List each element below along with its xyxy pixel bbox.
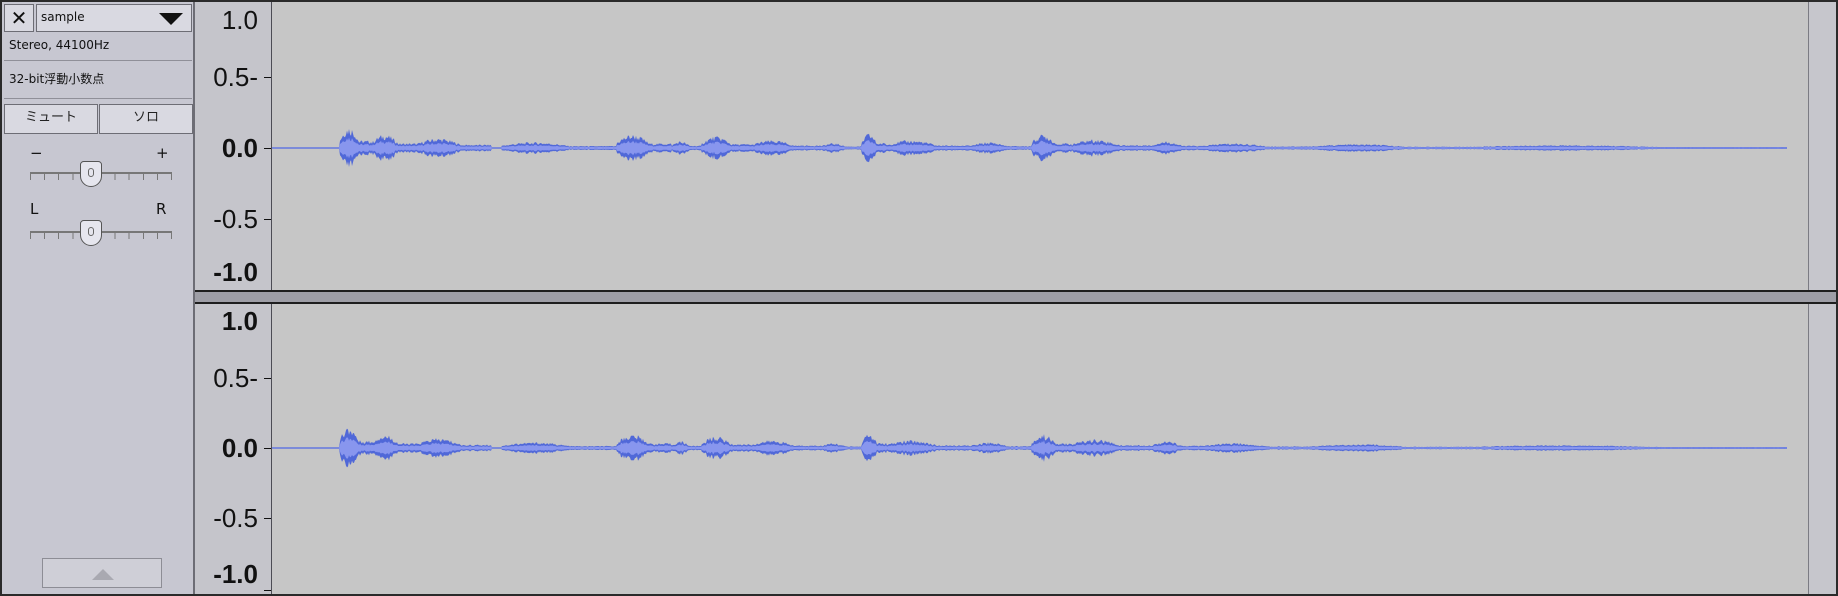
close-icon: ✕ xyxy=(10,6,28,30)
ruler-tick xyxy=(264,590,271,591)
track-info-rate: Stereo, 44100Hz xyxy=(9,38,110,52)
ruler-tick xyxy=(264,77,271,78)
waveform-area-left[interactable] xyxy=(272,2,1808,290)
gain-slider[interactable] xyxy=(30,161,172,191)
pan-slider-thumb[interactable] xyxy=(80,220,103,246)
chevron-down-icon xyxy=(159,13,183,25)
audio-track-window: ✕ sample Stereo, 44100Hz 32-bit浮動小数点 ミュー… xyxy=(0,0,1838,596)
chevron-up-icon xyxy=(92,569,114,580)
track-name-menu[interactable]: sample xyxy=(36,4,192,32)
ruler-tick xyxy=(264,219,271,220)
ruler-label-upper: 0.5- xyxy=(213,62,258,92)
pan-right-label: R xyxy=(156,200,167,218)
track-name: sample xyxy=(41,10,85,24)
track-info-format: 32-bit浮動小数点 xyxy=(9,72,105,86)
track-control-panel: ✕ sample Stereo, 44100Hz 32-bit浮動小数点 ミュー… xyxy=(2,2,195,594)
ruler-label-bottom: -1.0 xyxy=(213,559,258,589)
divider xyxy=(4,98,192,99)
solo-button[interactable]: ソロ xyxy=(99,104,193,134)
ruler-label-upper: 0.5- xyxy=(213,363,258,393)
ruler-tick xyxy=(264,148,271,149)
gain-minus-label: − xyxy=(30,144,43,162)
waveform-rms xyxy=(272,137,1787,159)
waveform-right xyxy=(272,428,1787,468)
ruler-tick xyxy=(264,448,271,449)
track-right-edge xyxy=(1808,304,1836,594)
track-right-edge xyxy=(1808,2,1836,290)
ruler-label-lower: -0.5 xyxy=(213,503,258,533)
gain-plus-label: + xyxy=(156,144,169,162)
ruler-label-top: 1.0 xyxy=(221,5,258,35)
channel-right: 1.0 0.5- 0.0 -0.5 -1.0 xyxy=(195,304,1836,594)
ruler-tick xyxy=(264,518,271,519)
waveform-left xyxy=(272,129,1787,167)
gain-slider-thumb[interactable] xyxy=(80,161,103,187)
pan-slider[interactable] xyxy=(30,220,172,250)
amplitude-ruler: 1.0 0.5- 0.0 -0.5 -1.0 xyxy=(195,304,272,594)
mute-button[interactable]: ミュート xyxy=(4,104,98,134)
collapse-track-button[interactable] xyxy=(42,558,162,588)
ruler-label-lower: -0.5 xyxy=(213,204,258,234)
channel-left: 1.0 0.5- 0.0 -0.5 -1.0 xyxy=(195,2,1836,290)
close-track-button[interactable]: ✕ xyxy=(4,4,34,32)
amplitude-ruler: 1.0 0.5- 0.0 -0.5 -1.0 xyxy=(195,2,272,290)
ruler-label-zero: 0.0 xyxy=(221,133,258,163)
ruler-tick xyxy=(264,378,271,379)
ruler-label-zero: 0.0 xyxy=(221,433,258,463)
ruler-label-bottom: -1.0 xyxy=(213,257,258,287)
waveform-rms xyxy=(272,437,1787,459)
track-title-row: ✕ sample xyxy=(4,4,192,32)
pan-left-label: L xyxy=(30,200,39,218)
ruler-label-top: 1.0 xyxy=(221,306,258,336)
channel-separator[interactable] xyxy=(195,290,1836,304)
divider xyxy=(4,60,192,61)
waveform-area-right[interactable] xyxy=(272,304,1808,594)
